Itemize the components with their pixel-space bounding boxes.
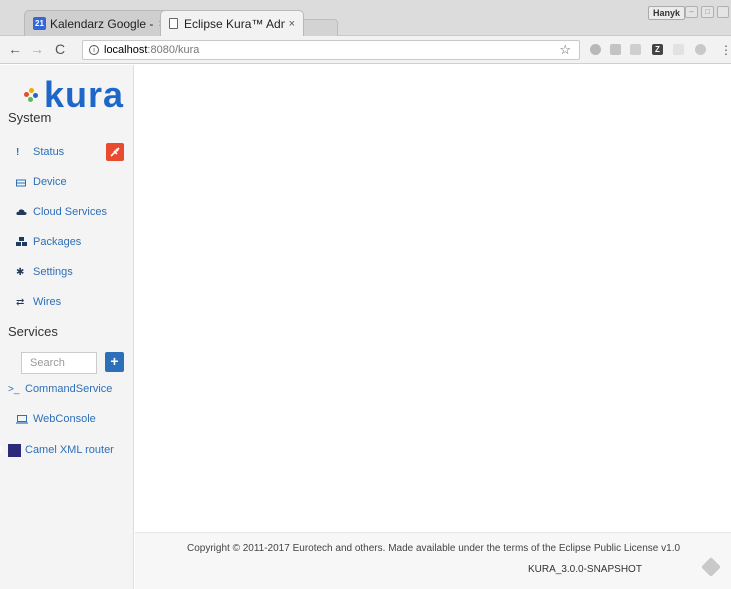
sidebar-item-label: CommandService [25,383,113,395]
sidebar-item-settings[interactable]: ✱ Settings [16,266,73,278]
tab-kura-admin[interactable]: Eclipse Kura™ Admin × [160,10,304,36]
services-title: Services [8,324,58,339]
reload-icon[interactable]: C [55,41,65,57]
r-icon: R [0,443,21,457]
sidebar-item-status[interactable]: ! Status [16,146,64,158]
extension-icon[interactable] [590,44,601,55]
info-icon[interactable]: i [89,45,99,55]
footer: Copyright © 2011-2017 Eurotech and other… [135,532,731,589]
sidebar-item-label: Packages [33,236,82,248]
packages-icon [16,237,30,247]
cloud-icon [16,208,30,216]
kura-logo-icon [24,88,38,102]
new-tab-button[interactable] [300,19,338,36]
search-input[interactable] [21,352,97,374]
sidebar-item-label: Device [33,176,67,188]
service-item-commandservice[interactable]: >_ CommandService [8,383,112,395]
system-title: System [8,110,52,125]
bookmark-star-icon[interactable]: ☆ [559,42,571,58]
laptop-icon [16,414,30,424]
sidebar-item-label: Status [33,146,65,158]
maximize-icon[interactable]: □ [701,6,714,18]
sidebar: kura System ! Status Device Cloud Servic… [0,65,134,589]
sidebar-item-cloud-services[interactable]: Cloud Services [16,206,107,218]
forward-icon[interactable]: → [30,41,44,57]
logo-text: kura [44,74,125,115]
copyright-text: Copyright © 2011-2017 Eurotech and other… [187,543,681,554]
browser-titlebar: 21 Kalendarz Google - × Eclipse Kura™ Ad… [0,0,731,36]
extension-icon[interactable] [695,44,706,55]
close-window-icon[interactable] [717,6,729,18]
sidebar-item-label: WebConsole [33,413,96,425]
service-item-webconsole[interactable]: WebConsole [16,413,96,425]
version-text: KURA_3.0.0-SNAPSHOT [528,564,642,575]
menu-icon[interactable]: ⋮ [720,42,731,58]
extension-icon[interactable] [630,44,641,55]
profile-button[interactable]: Hanyk [648,6,686,20]
page-icon [169,18,178,29]
calendar-icon: 21 [33,17,46,30]
browser-toolbar: ← → C i localhost:8080/kura ☆ Z ⋮ [0,36,731,64]
extension-icon[interactable] [673,44,684,55]
sidebar-item-label: Camel XML router [25,444,114,456]
main-content [135,65,731,589]
url-host: localhost [104,44,148,56]
kura-logo: kura [24,77,124,113]
gear-icon: ✱ [16,266,25,278]
exclamation-icon: ! [16,146,20,158]
sidebar-item-wires[interactable]: ⇄ Wires [16,296,61,308]
tab-title: Eclipse Kura™ Admin [184,16,285,31]
service-item-camel-xml-router[interactable]: R Camel XML router [0,443,118,457]
sidebar-item-label: Cloud Services [33,206,107,218]
device-icon [16,178,30,187]
close-icon[interactable]: × [289,18,295,30]
disconnected-plug-icon [106,143,124,161]
sidebar-item-packages[interactable]: Packages [16,236,81,248]
tab-title: Kalendarz Google - [50,16,154,31]
tab-google-calendar[interactable]: 21 Kalendarz Google - × [24,10,174,36]
address-bar[interactable]: i localhost:8080/kura ☆ [82,40,580,60]
sidebar-item-device[interactable]: Device [16,176,67,188]
zotero-icon[interactable]: Z [652,44,663,55]
sidebar-item-label: Settings [33,266,73,278]
back-icon[interactable]: ← [8,41,22,57]
add-service-button[interactable]: + [105,352,124,372]
wires-icon: ⇄ [16,296,25,308]
minimize-icon[interactable]: – [685,6,698,18]
sidebar-item-label: Wires [33,296,62,308]
eclipse-logo-icon [701,557,721,577]
url-path: :8080/kura [147,44,200,56]
extension-icon[interactable] [610,44,621,55]
terminal-icon: >_ [8,383,20,395]
